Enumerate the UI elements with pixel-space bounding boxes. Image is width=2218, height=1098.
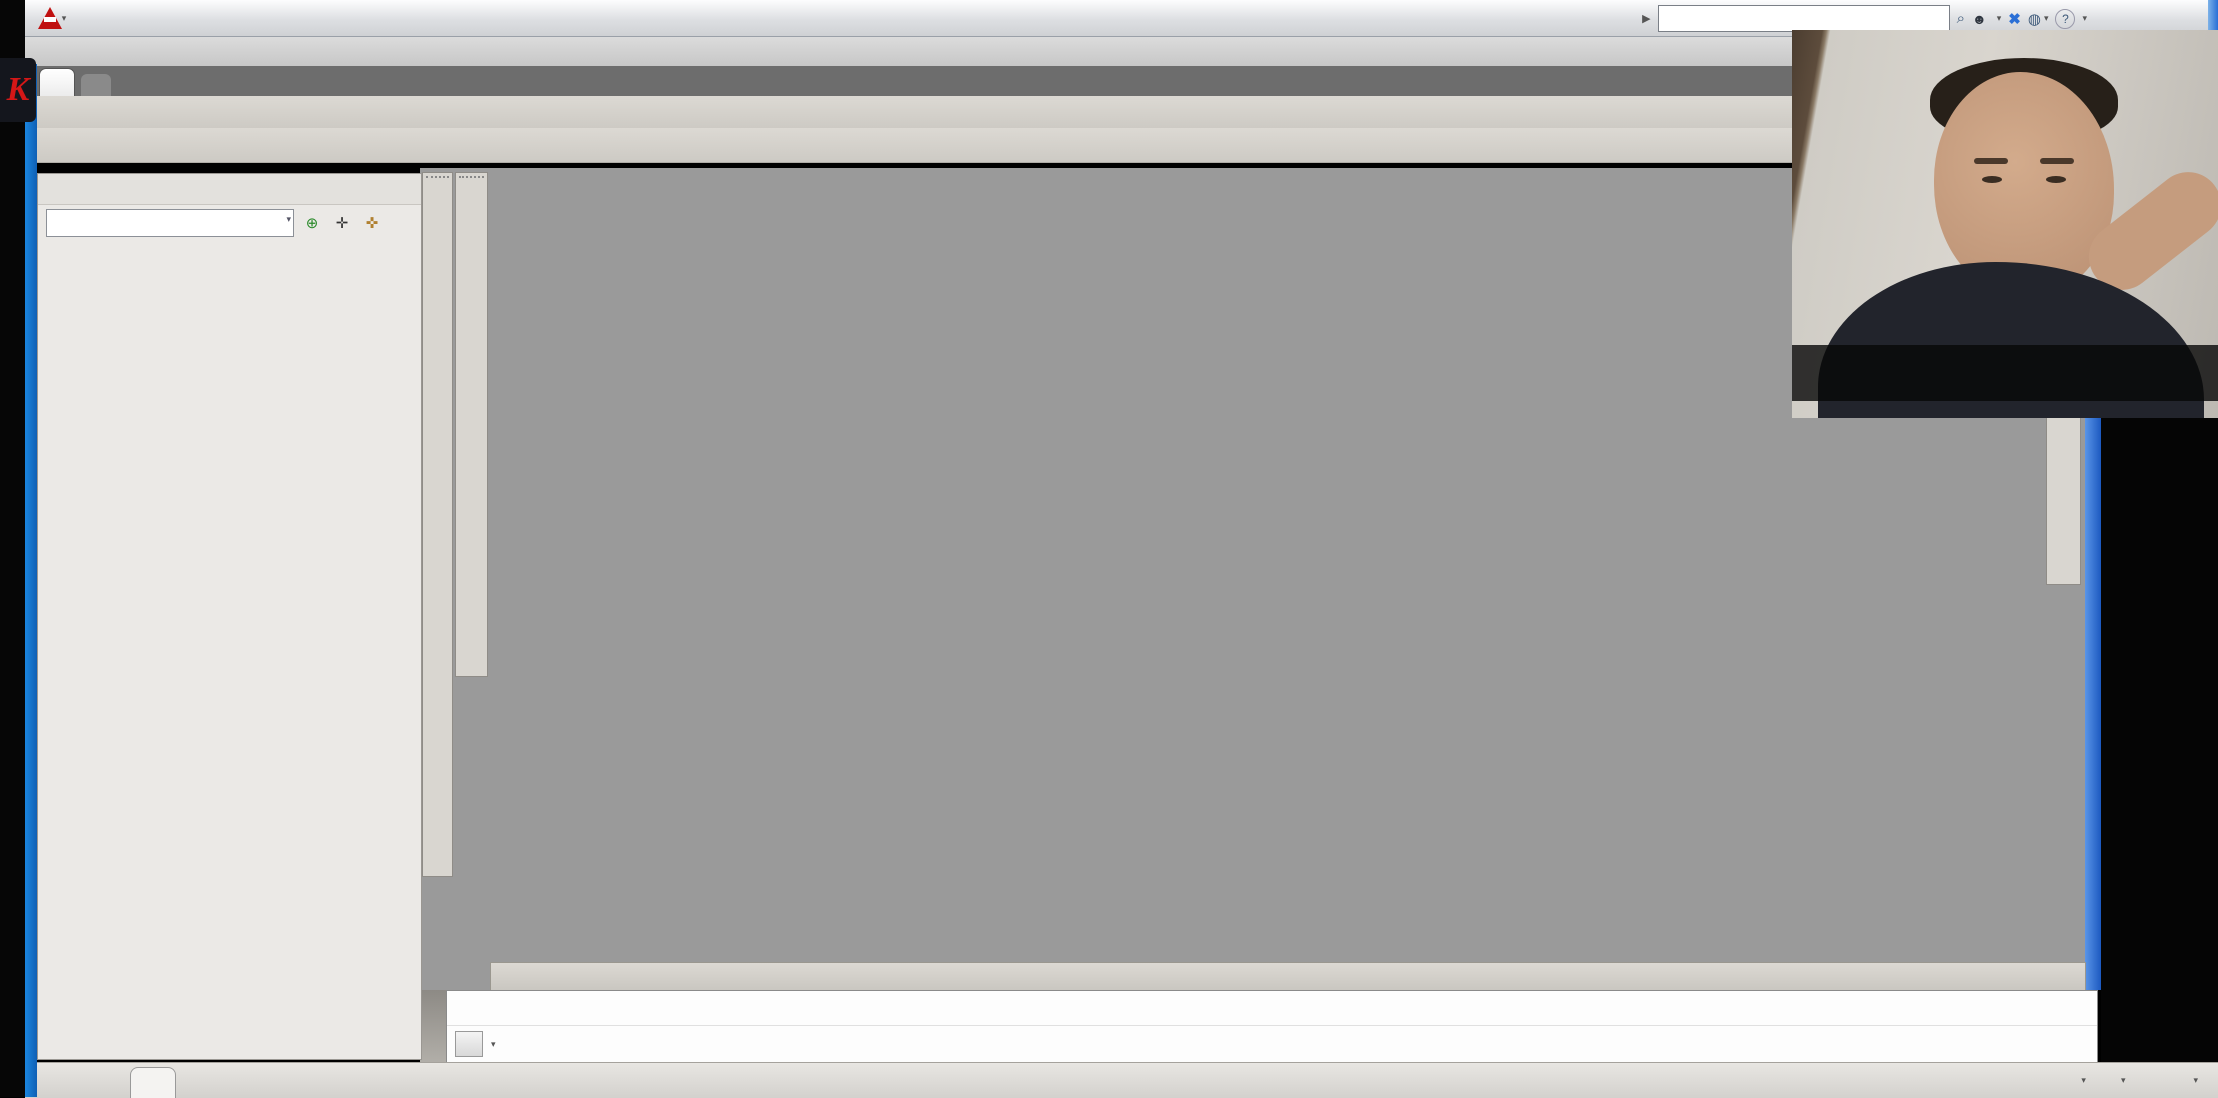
person-brow: [2040, 158, 2074, 164]
recent-commands-icon[interactable]: ▾: [491, 1039, 496, 1050]
webcam-overlay: [1792, 30, 2218, 418]
properties-palette-title[interactable]: [38, 174, 421, 205]
command-palette-strip: [420, 990, 446, 1070]
units-control[interactable]: ▾: [2189, 1075, 2198, 1086]
quick-select-icon[interactable]: ⊕: [300, 211, 324, 235]
command-history: [447, 991, 2097, 1026]
person-eye: [1982, 176, 2002, 183]
select-objects-icon[interactable]: ✛: [330, 211, 354, 235]
infocenter-expand-icon[interactable]: ▶: [1642, 12, 1650, 25]
command-input-row[interactable]: ▾: [447, 1026, 2097, 1062]
sign-in-button[interactable]: ☻▾: [1972, 11, 2001, 27]
viewport-scale-control[interactable]: ▾: [2077, 1075, 2086, 1086]
user-icon: ☻: [1972, 11, 1987, 27]
close-button[interactable]: [2176, 7, 2210, 31]
bottom-snap-toolbar: [490, 962, 2086, 992]
help-icon[interactable]: ?: [2055, 9, 2075, 29]
tab-layout1[interactable]: [176, 1068, 220, 1098]
webcam-name-bar: [1792, 345, 2218, 401]
modify-toolbar: [455, 172, 488, 677]
minimize-button[interactable]: [2094, 7, 2128, 31]
command-prompt-icon[interactable]: [455, 1031, 483, 1057]
settings-gear-icon[interactable]: [2093, 1069, 2120, 1093]
search-input[interactable]: [1658, 5, 1950, 32]
status-bar: ▾ ▾ ▾: [25, 1062, 2218, 1098]
maximize-button[interactable]: [2135, 7, 2169, 31]
screen-letterbox-right: [2101, 418, 2218, 1062]
draw-toolbar: [422, 172, 453, 877]
new-layout-button[interactable]: [220, 1068, 264, 1098]
autocad-logo-button[interactable]: ▾: [29, 3, 75, 33]
document-tab[interactable]: [39, 68, 75, 96]
toggle-pickadd-icon[interactable]: ✜: [360, 211, 384, 235]
properties-palette: ▾ ⊕ ✛ ✜: [37, 173, 422, 1060]
command-line-panel: ▾: [446, 990, 2098, 1064]
communication-center-icon[interactable]: ◍▾: [2028, 10, 2049, 28]
object-type-combo[interactable]: ▾: [46, 209, 294, 237]
person-eye: [2046, 176, 2066, 183]
docked-app-icon[interactable]: K: [0, 58, 36, 122]
tab-model[interactable]: [130, 1067, 176, 1098]
person-brow: [1974, 158, 2008, 164]
layout-tabs: [130, 1063, 264, 1098]
search-icon[interactable]: ⌕: [1957, 10, 1965, 27]
exchange-icon[interactable]: ✖: [2008, 10, 2021, 28]
new-tab-button[interactable]: [81, 74, 111, 96]
isolate-objects-icon[interactable]: [2155, 1069, 2182, 1093]
crosshair-icon[interactable]: [2126, 1069, 2153, 1093]
autocad-a-icon: [38, 7, 62, 29]
window-frame-edge: [25, 64, 37, 1097]
screen-letterbox: [0, 0, 25, 1097]
app-glyph: K: [7, 71, 30, 109]
